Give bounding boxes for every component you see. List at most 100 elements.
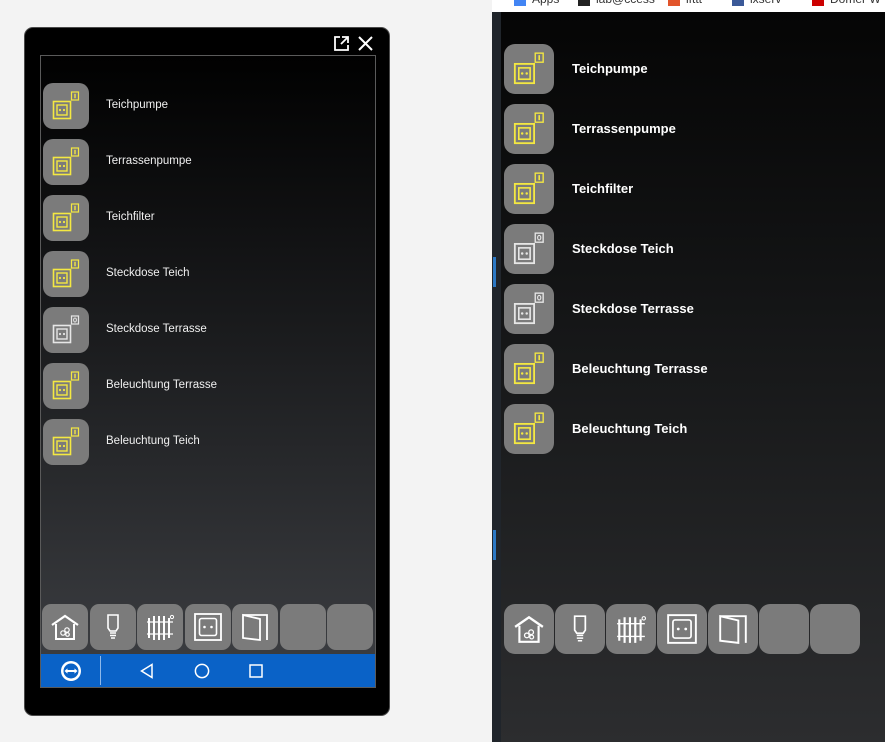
device-label: Steckdose Teich (572, 241, 674, 256)
device-row[interactable]: Beleuchtung Terrasse (43, 363, 363, 411)
teamviewer-icon[interactable] (60, 660, 82, 682)
emulator-window: Teichpumpe Terrassenpumpe Teichfilter Steck… (24, 27, 390, 716)
bookmark-label: Apps (532, 0, 559, 6)
radiator-category-button[interactable] (137, 604, 183, 650)
socket-switch-button[interactable] (504, 164, 554, 214)
socket-switch-button[interactable] (43, 83, 89, 129)
socket-switch-button[interactable] (43, 251, 89, 297)
strip-marker (493, 257, 496, 287)
bookmark-item[interactable]: lab@ccess (578, 0, 655, 6)
bookmark-item[interactable]: ixserv (732, 0, 781, 6)
device-label: Steckdose Terrasse (572, 301, 694, 316)
socket-switch-button[interactable] (504, 284, 554, 334)
device-row[interactable]: Beleuchtung Teich (43, 419, 363, 467)
socket-switch-button[interactable] (504, 44, 554, 94)
socket-switch-button[interactable] (504, 224, 554, 274)
device-row[interactable]: Terrassenpumpe (504, 104, 884, 154)
device-row[interactable]: Beleuchtung Terrasse (504, 344, 884, 394)
device-label: Teichpumpe (572, 61, 648, 76)
power-socket-icon (513, 112, 544, 145)
socket-switch-button[interactable] (43, 363, 89, 409)
close-icon[interactable] (357, 35, 374, 52)
home-icon[interactable] (194, 663, 210, 679)
bookmark-favicon-icon (812, 0, 824, 6)
back-icon[interactable] (139, 663, 155, 679)
socket-switch-button[interactable] (43, 195, 89, 241)
socket-icon (193, 613, 222, 641)
bookmark-favicon-icon (668, 0, 680, 6)
power-socket-icon (52, 147, 80, 176)
power-socket-icon (513, 352, 544, 385)
device-label: Teichpumpe (106, 99, 169, 111)
device-label: Beleuchtung Teich (106, 435, 200, 447)
radiator-category-button[interactable] (606, 604, 656, 654)
socket-switch-button[interactable] (504, 104, 554, 154)
web-page: Teichpumpe Terrassenpumpe Teichfilter Steck… (501, 12, 885, 742)
side-strip (492, 12, 501, 742)
device-label: Steckdose Teich (106, 267, 190, 279)
bulb-icon (573, 615, 587, 642)
device-row[interactable]: Teichpumpe (504, 44, 884, 94)
power-socket-icon (513, 52, 544, 85)
dock-empty-slot (327, 604, 373, 650)
power-socket-icon (513, 412, 544, 445)
device-label: Terrassenpumpe (572, 121, 676, 136)
device-label: Teichfilter (572, 181, 634, 196)
device-label: Steckdose Terrasse (106, 323, 207, 335)
device-row[interactable]: Steckdose Teich (43, 251, 363, 299)
device-row[interactable]: Steckdose Terrasse (504, 284, 884, 334)
device-row[interactable]: Teichfilter (43, 195, 363, 243)
socket-switch-button[interactable] (504, 404, 554, 454)
device-label: Beleuchtung Terrasse (106, 379, 218, 391)
device-label: Beleuchtung Teich (572, 421, 688, 436)
bottom-dock (504, 604, 864, 654)
android-navbar (41, 654, 375, 687)
socket-switch-button[interactable] (43, 139, 89, 185)
power-socket-icon (52, 91, 80, 120)
strip-marker (493, 530, 496, 560)
bulb-category-button[interactable] (555, 604, 605, 654)
socket-switch-button[interactable] (504, 344, 554, 394)
browser-view: Apps lab@ccess ifttt ixserv Domer W Teichpum… (492, 0, 885, 742)
house-icon (51, 614, 79, 640)
device-row[interactable]: Teichpumpe (43, 83, 363, 131)
radiator-icon (147, 614, 175, 640)
power-socket-icon (52, 203, 80, 232)
bookmark-item[interactable]: Domer W (812, 0, 881, 6)
device-label: Beleuchtung Terrasse (572, 361, 708, 376)
device-row[interactable]: Teichfilter (504, 164, 884, 214)
radiator-icon (617, 616, 647, 643)
socket-category-button[interactable] (184, 604, 231, 650)
bottom-dock (42, 604, 375, 652)
device-row[interactable]: Steckdose Teich (504, 224, 884, 274)
door-icon (242, 613, 268, 642)
device-row[interactable]: Beleuchtung Teich (504, 404, 884, 454)
door-category-button[interactable] (232, 604, 278, 650)
house-category-button[interactable] (504, 604, 554, 654)
power-socket-icon (513, 292, 544, 325)
house-category-button[interactable] (42, 604, 88, 650)
device-row[interactable]: Steckdose Terrasse (43, 307, 363, 355)
socket-switch-button[interactable] (43, 419, 89, 465)
socket-switch-button[interactable] (43, 307, 89, 353)
house-icon (514, 615, 544, 643)
recents-icon[interactable] (248, 663, 264, 679)
power-socket-icon (513, 172, 544, 205)
phone-screen: Teichpumpe Terrassenpumpe Teichfilter Steck… (40, 55, 376, 688)
bookmark-favicon-icon (732, 0, 744, 6)
dock-empty-slot (810, 604, 860, 654)
open-external-icon[interactable] (333, 35, 350, 52)
door-category-button[interactable] (708, 604, 758, 654)
bookmark-favicon-icon (514, 0, 526, 6)
socket-category-button[interactable] (657, 604, 707, 654)
bookmark-label: lab@ccess (596, 0, 655, 6)
power-socket-icon (52, 259, 80, 288)
device-row[interactable]: Terrassenpumpe (43, 139, 363, 187)
device-label: Teichfilter (106, 211, 155, 223)
bookmark-item[interactable]: ifttt (668, 0, 702, 6)
bulb-category-button[interactable] (89, 604, 136, 650)
power-socket-icon (52, 371, 80, 400)
bookmark-label: ifttt (686, 0, 702, 6)
door-icon (719, 614, 747, 644)
bookmark-item[interactable]: Apps (514, 0, 559, 6)
